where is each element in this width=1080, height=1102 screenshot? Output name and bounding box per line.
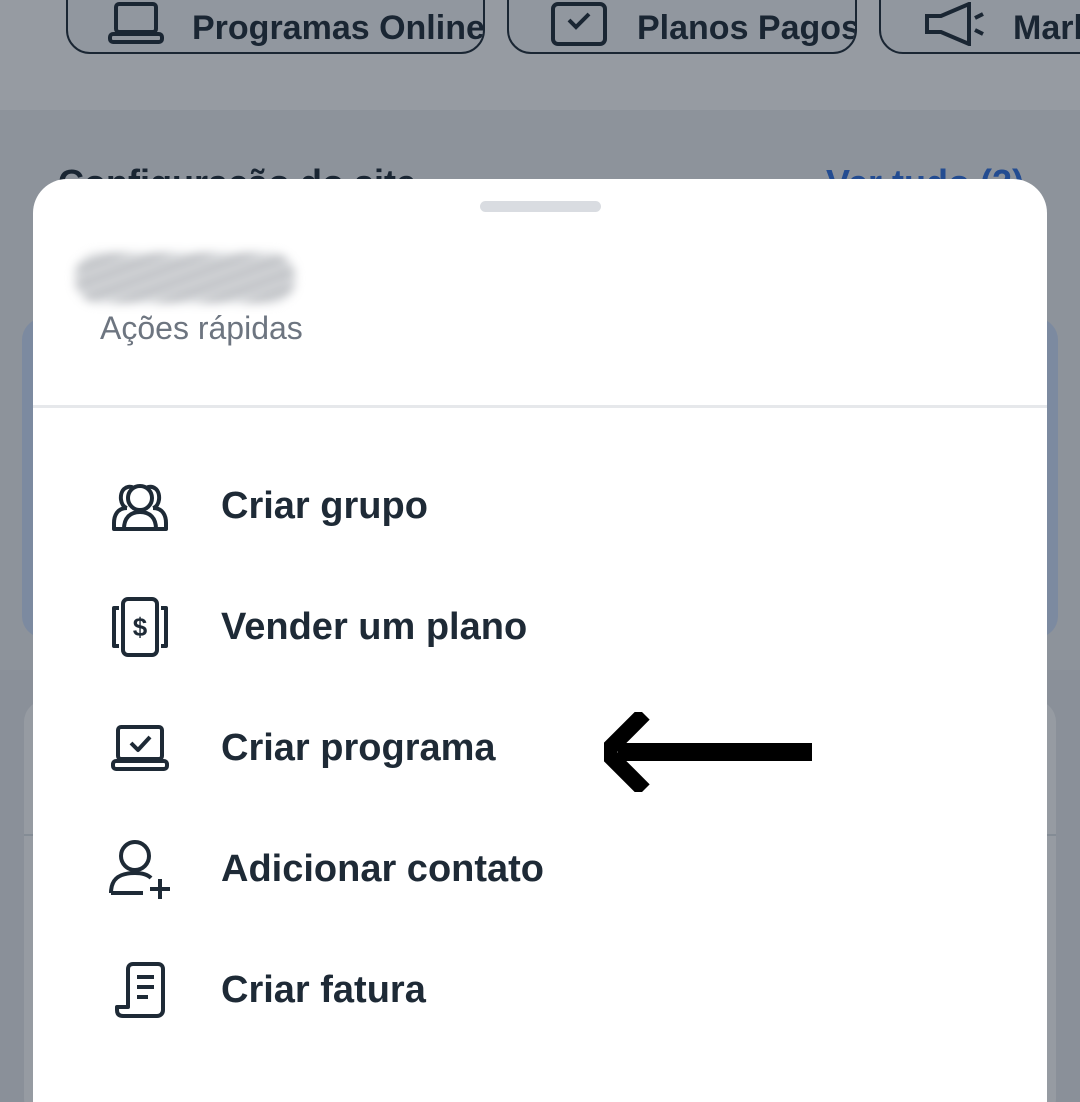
menu-item-label: Adicionar contato <box>221 847 545 890</box>
menu-item-label: Criar programa <box>221 726 496 769</box>
left-arrow-icon <box>604 712 812 792</box>
divider <box>33 405 1047 408</box>
quick-actions-sheet: Ações rápidas Criar grupo $ Vender um pl… <box>33 179 1047 1102</box>
menu-item-sell-plan[interactable]: $ Vender um plano <box>73 577 1013 677</box>
menu-item-create-invoice[interactable]: Criar fatura <box>73 940 1013 1040</box>
menu-item-label: Criar fatura <box>221 968 426 1011</box>
blurred-site-name <box>75 253 295 303</box>
svg-text:$: $ <box>133 612 148 642</box>
menu-item-create-program[interactable]: Criar programa <box>73 698 1013 798</box>
laptop-check-icon <box>103 711 177 785</box>
invoice-icon <box>103 953 177 1027</box>
menu-item-label: Criar grupo <box>221 484 428 527</box>
add-contact-icon <box>103 832 177 906</box>
group-icon <box>103 469 177 543</box>
sheet-subtitle: Ações rápidas <box>100 310 303 346</box>
menu-item-create-group[interactable]: Criar grupo <box>73 456 1013 556</box>
sell-plan-icon: $ <box>103 590 177 664</box>
drag-handle[interactable] <box>480 201 601 212</box>
app-screen: Programas Online Planos Pagos Mark Confi… <box>0 0 1080 1102</box>
menu-item-label: Vender um plano <box>221 605 528 648</box>
menu-item-add-contact[interactable]: Adicionar contato <box>73 819 1013 919</box>
